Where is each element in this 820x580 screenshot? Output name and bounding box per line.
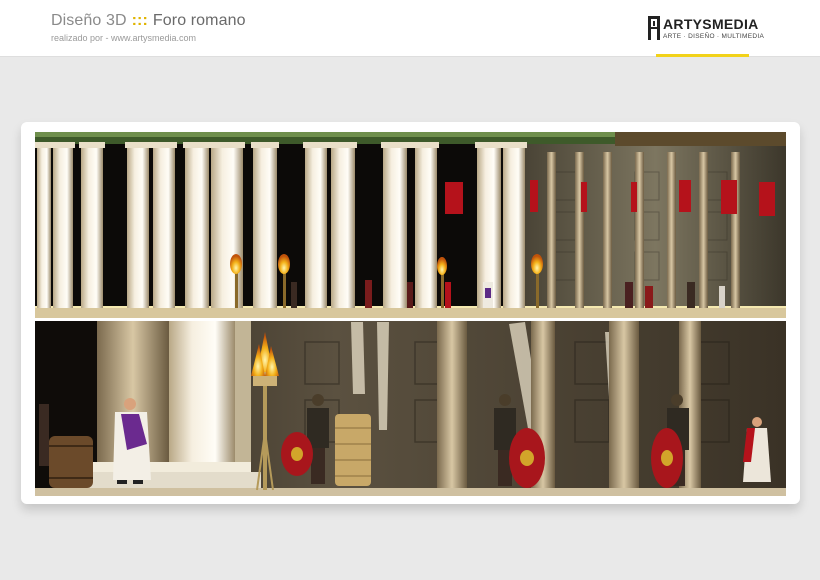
bottom-panel — [35, 321, 786, 496]
top-panel — [35, 132, 786, 318]
panel-divider — [35, 318, 786, 321]
image-card — [21, 122, 800, 504]
page-title: Diseño 3D::: Foro romano — [51, 12, 246, 30]
project-name: Foro romano — [152, 12, 246, 29]
page-header: Diseño 3D::: Foro romano realizado por - … — [0, 0, 820, 57]
title-separator: ::: — [131, 12, 148, 29]
roman-forum-render — [35, 132, 786, 496]
page-subtitle: realizado por - www.artysmedia.com — [51, 33, 197, 43]
logo-underline — [656, 54, 749, 57]
artysmedia-logo[interactable]: ARTYSMEDIA ARTE · DISEÑO · MULTIMEDIA — [647, 15, 764, 45]
logo-tagline: ARTE · DISEÑO · MULTIMEDIA — [663, 33, 765, 40]
title-text: Diseño 3D — [51, 12, 127, 29]
logo-mark-icon — [648, 16, 660, 40]
logo-name: ARTYSMEDIA — [663, 16, 759, 32]
render-illustration — [35, 132, 786, 496]
